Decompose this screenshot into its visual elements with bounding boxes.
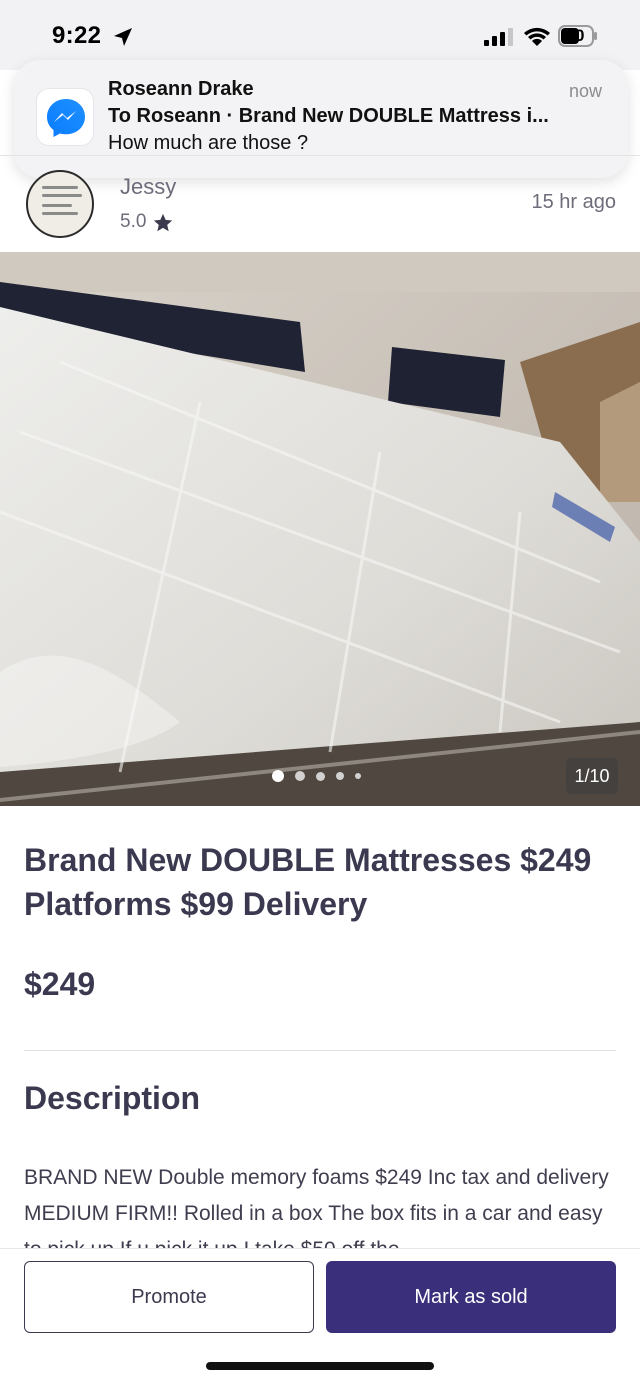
mattress-photo-illustration: [0, 252, 640, 806]
gallery-dot[interactable]: [336, 772, 344, 780]
post-time: 15 hr ago: [531, 191, 616, 213]
avatar-detail: [42, 212, 78, 215]
home-indicator[interactable]: [206, 1362, 434, 1370]
gallery-dot[interactable]: [295, 771, 305, 781]
description-text: BRAND NEW Double memory foams $249 Inc t…: [24, 1166, 609, 1248]
notification-time: now: [568, 81, 602, 101]
notification-message: How much are those ?: [108, 132, 309, 154]
seller-rating: 5.0: [120, 211, 147, 232]
avatar-detail: [42, 194, 82, 197]
location-arrow-icon: [114, 28, 132, 46]
gallery-dot[interactable]: [355, 773, 361, 779]
seller-name[interactable]: Jessy: [120, 174, 176, 200]
avatar-detail: [42, 204, 72, 207]
gallery-dot-active[interactable]: [272, 770, 284, 782]
section-divider: [24, 1050, 616, 1051]
description-heading: Description: [24, 1080, 201, 1116]
battery-level: 60: [565, 26, 585, 45]
avatar-detail: [42, 186, 78, 189]
messenger-icon: [47, 99, 85, 137]
promote-button[interactable]: Promote: [24, 1261, 314, 1333]
listing-price: $249: [24, 966, 96, 1002]
cellular-signal-icon: [484, 28, 513, 46]
header-divider: [0, 155, 640, 156]
wifi-icon: [524, 27, 550, 46]
listing-title: Brand New DOUBLE Mattresses $249 Platfor…: [24, 842, 592, 922]
notification-subtitle: To Roseann · Brand New DOUBLE Mattress i…: [108, 105, 549, 127]
seller-avatar[interactable]: [26, 170, 94, 238]
mark-as-sold-button[interactable]: Mark as sold: [326, 1261, 616, 1333]
messenger-app-icon: [36, 88, 94, 146]
status-time: 9:22: [52, 22, 102, 49]
listing-photo[interactable]: [0, 252, 640, 806]
message-notification[interactable]: Roseann Drake now To Roseann · Brand New…: [14, 60, 628, 178]
star-icon: [153, 213, 173, 232]
gallery-counter: 1/10: [566, 758, 618, 794]
notification-sender: Roseann Drake: [108, 78, 254, 100]
gallery-dot[interactable]: [316, 771, 325, 781]
